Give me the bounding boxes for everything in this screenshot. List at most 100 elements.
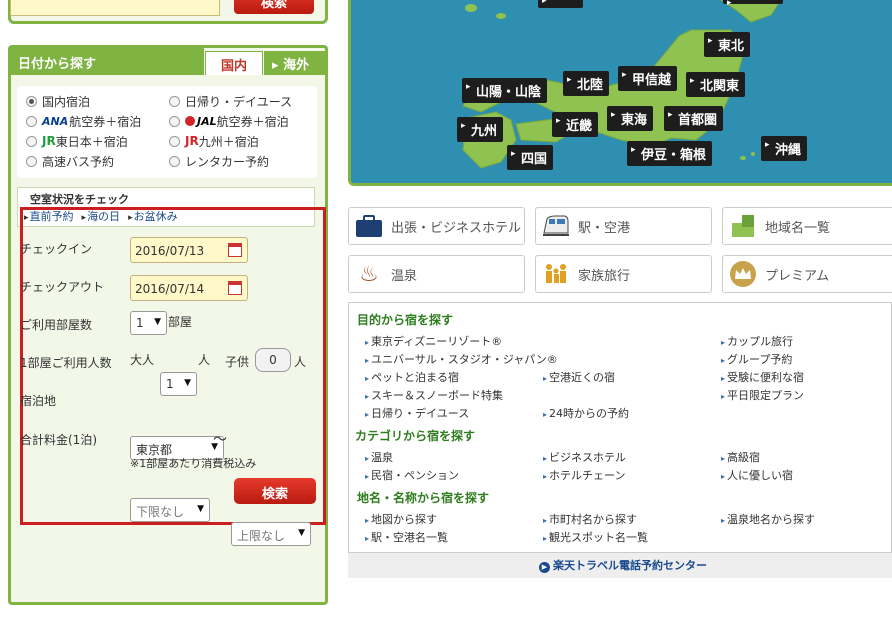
- place-link[interactable]: 観光スポット名一覧: [543, 529, 648, 545]
- briefcase-icon: [353, 211, 385, 241]
- radio-highway-bus[interactable]: 高速バス予約: [26, 151, 114, 171]
- map-region-kinki[interactable]: 近畿: [552, 112, 599, 137]
- play-circle-icon: ▶: [539, 562, 550, 573]
- map-region-sanyo-sanin[interactable]: 山陽・山陰: [462, 78, 548, 103]
- radio-domestic-stay[interactable]: 国内宿泊: [26, 91, 90, 111]
- purpose-link[interactable]: 24時からの予約: [543, 405, 629, 421]
- radio-label: 東日本＋宿泊: [55, 134, 128, 149]
- map-region-tokai[interactable]: 東海: [607, 106, 654, 131]
- purpose-link[interactable]: 空港近くの宿: [543, 369, 615, 385]
- vacancy-title: 空室状況をチェック: [30, 193, 129, 206]
- place-search-title: 地名・名称から宿を探す: [357, 491, 490, 505]
- radio-icon: [26, 155, 37, 167]
- chevron-down-icon: ▼: [154, 317, 161, 327]
- price-note: ※1部屋あたり消費税込み: [130, 457, 257, 470]
- map-region-koshinetsu[interactable]: 甲信越: [618, 66, 678, 91]
- category-family[interactable]: 家族旅行: [535, 255, 712, 293]
- price-min-select[interactable]: 下限なし ▼: [130, 498, 210, 522]
- date-search-title: 日付から探す: [10, 47, 204, 75]
- radio-jr-east[interactable]: JR 東日本＋宿泊: [26, 131, 128, 151]
- checkout-date-input[interactable]: 2016/07/14: [130, 275, 248, 301]
- map-region-tohoku[interactable]: 東北: [704, 32, 751, 57]
- calendar-icon[interactable]: [228, 281, 242, 295]
- location-label: 宿泊地: [20, 394, 57, 408]
- keyword-search-button[interactable]: 検索: [234, 0, 314, 14]
- ana-logo: ANA: [42, 114, 69, 128]
- price-max-select[interactable]: 上限なし ▼: [231, 522, 311, 546]
- price-label: 合計料金(1泊): [20, 433, 97, 447]
- purpose-link[interactable]: スキー＆スノーボード特集: [365, 387, 503, 403]
- map-region-shutoken[interactable]: 首都圏: [664, 106, 724, 131]
- radio-jal[interactable]: JAL 航空券＋宿泊: [169, 111, 289, 131]
- purpose-link[interactable]: グループ予約: [721, 351, 792, 367]
- checkin-label: チェックイン: [20, 242, 93, 256]
- purpose-link[interactable]: 東京ディズニーリゾート®: [365, 333, 502, 349]
- radio-label: 日帰り・デイユース: [185, 94, 293, 109]
- price-tilde: 〜: [213, 432, 227, 448]
- category-business-hotel[interactable]: 出張・ビジネスホテル: [348, 207, 525, 245]
- place-link[interactable]: 市町村名から探す: [543, 511, 637, 527]
- rooms-select[interactable]: 1 ▼: [130, 311, 167, 335]
- onsen-icon: ♨: [359, 261, 379, 287]
- place-link[interactable]: 温泉地名から探す: [721, 511, 815, 527]
- radio-rental-car[interactable]: レンタカー予約: [169, 151, 269, 171]
- category-link[interactable]: 民宿・ペンション: [365, 467, 459, 483]
- place-link[interactable]: 地図から探す: [365, 511, 437, 527]
- purpose-link[interactable]: カップル旅行: [721, 333, 793, 349]
- call-center-label: 楽天トラベル電話予約センター: [553, 559, 707, 572]
- category-area-list[interactable]: 地域名一覧: [722, 207, 892, 245]
- map-region-hokuriku[interactable]: 北陸: [563, 71, 610, 96]
- tab-domestic[interactable]: 国内: [205, 51, 263, 75]
- purpose-title: 目的から宿を探す: [357, 313, 454, 327]
- radio-icon: [169, 155, 180, 167]
- category-label: 家族旅行: [578, 268, 631, 284]
- radio-label: 国内宿泊: [42, 94, 91, 109]
- place-link[interactable]: 駅・空港名一覧: [365, 529, 448, 545]
- checkin-date-value: 2016/07/13: [135, 244, 205, 258]
- call-center-link[interactable]: ▶ 楽天トラベル電話予約センター: [539, 557, 707, 573]
- category-search-title: カテゴリから宿を探す: [355, 429, 476, 443]
- purpose-link[interactable]: ユニバーサル・スタジオ・ジャパン®: [365, 351, 558, 367]
- purpose-link[interactable]: ペットと泊まる宿: [365, 369, 459, 385]
- category-onsen[interactable]: ♨ 温泉: [348, 255, 525, 293]
- purpose-link[interactable]: 日帰り・デイユース: [365, 405, 469, 421]
- radio-icon: [169, 135, 180, 147]
- map-region-kitakanto[interactable]: 北関東: [686, 72, 746, 97]
- category-station-airport[interactable]: 駅・空港: [535, 207, 712, 245]
- category-link[interactable]: ビジネスホテル: [543, 449, 626, 465]
- checkin-date-input[interactable]: 2016/07/13: [130, 237, 248, 263]
- purpose-link[interactable]: 平日限定プラン: [721, 387, 804, 403]
- category-link[interactable]: 温泉: [365, 449, 393, 465]
- chevron-down-icon: ▼: [298, 528, 305, 538]
- map-region-izu-hakone[interactable]: 伊豆・箱根: [627, 141, 713, 166]
- category-premium[interactable]: プレミアム: [722, 255, 892, 293]
- radio-icon: [26, 115, 37, 127]
- radio-label: 航空券＋宿泊: [69, 114, 142, 129]
- adult-unit: 人: [198, 353, 211, 367]
- category-link[interactable]: 高級宿: [721, 449, 760, 465]
- tab-overseas-label: 海外: [283, 58, 310, 73]
- map-region-hokkaido-tag[interactable]: [538, 0, 583, 8]
- jal-crane-icon: [185, 116, 195, 126]
- radio-ana[interactable]: ANA 航空券＋宿泊: [26, 111, 141, 131]
- chevron-down-icon: ▼: [184, 378, 191, 388]
- category-link[interactable]: 人に優しい宿: [721, 467, 793, 483]
- calendar-icon[interactable]: [228, 243, 242, 257]
- map-region-shikoku[interactable]: 四国: [507, 145, 554, 170]
- search-button[interactable]: 検索: [234, 478, 316, 504]
- adult-select[interactable]: 1 ▼: [160, 372, 197, 396]
- radio-icon: [26, 95, 37, 107]
- radio-jr-kyushu[interactable]: JR 九州＋宿泊: [169, 131, 259, 151]
- category-link[interactable]: ホテルチェーン: [543, 467, 625, 483]
- radio-day-use[interactable]: 日帰り・デイユース: [169, 91, 292, 111]
- map-region-hokkaido-east-tag[interactable]: [723, 0, 783, 8]
- adult-value: 1: [166, 377, 174, 391]
- map-region-kyushu[interactable]: 九州: [457, 117, 504, 142]
- purpose-link[interactable]: 受験に便利な宿: [721, 369, 804, 385]
- tab-overseas[interactable]: ▸ 海外: [264, 51, 325, 75]
- train-icon: [540, 211, 572, 241]
- child-count-input[interactable]: 0: [255, 348, 291, 372]
- keyword-input[interactable]: [10, 0, 220, 16]
- map-region-okinawa[interactable]: 沖縄: [761, 136, 808, 161]
- jr-east-logo: JR: [42, 134, 56, 148]
